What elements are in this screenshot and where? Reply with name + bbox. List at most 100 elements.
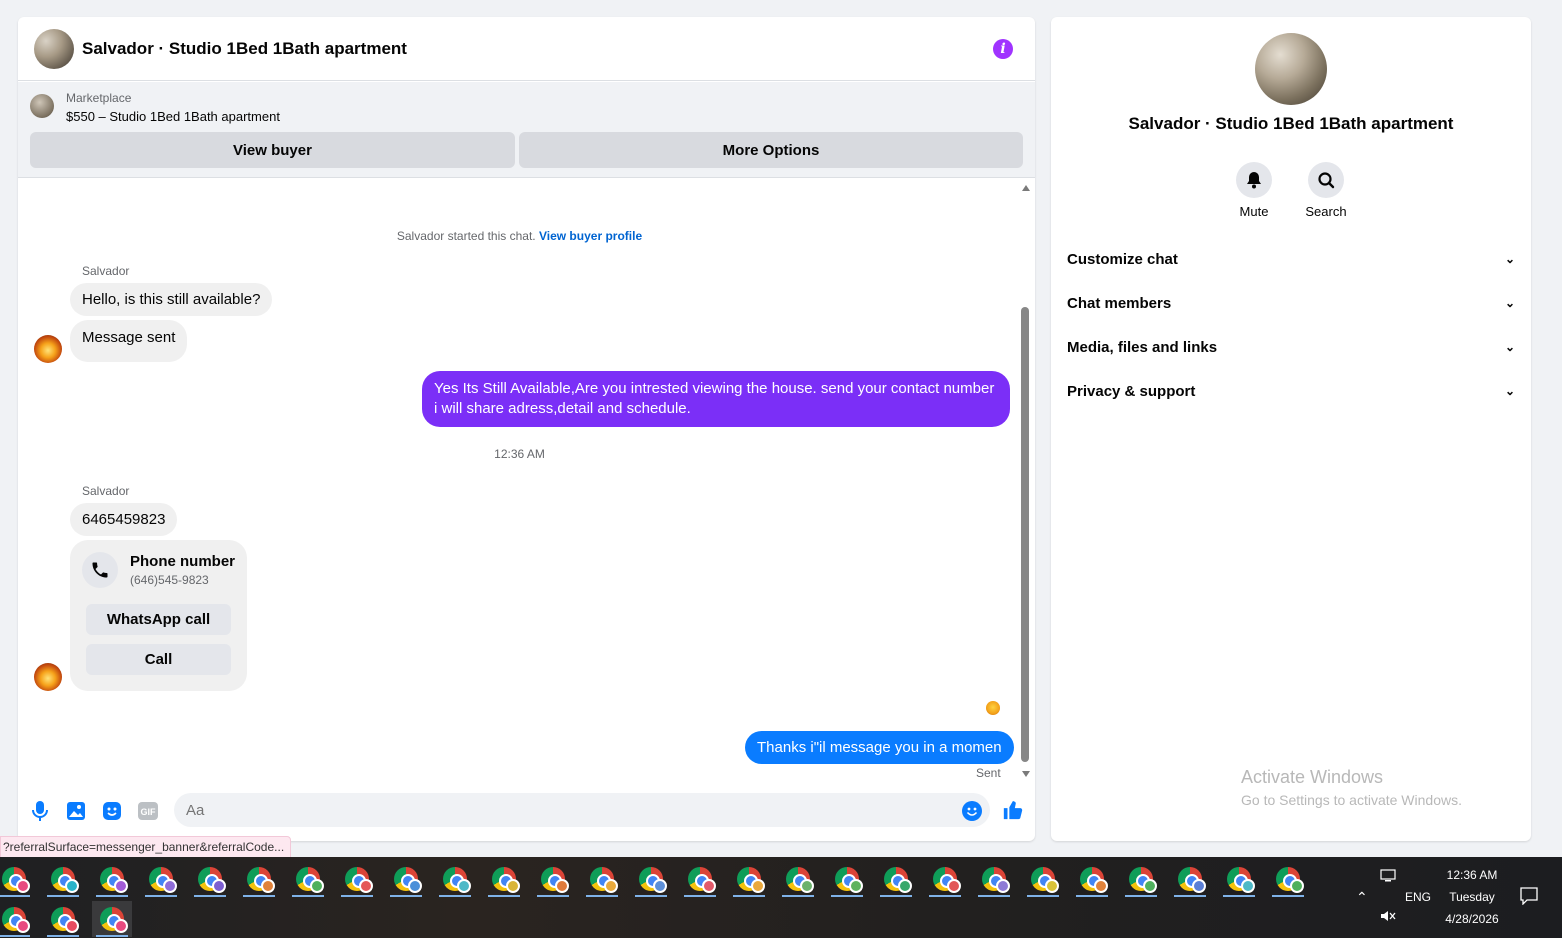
menu-media-files-links[interactable]: Media, files and links ⌄ — [1067, 325, 1515, 369]
taskbar-chrome-profile-button[interactable] — [1023, 861, 1063, 897]
chevron-up-icon[interactable]: ⌃ — [1356, 889, 1368, 906]
taskbar-chrome-profile-button[interactable] — [1121, 861, 1161, 897]
taskbar-chrome-profile-button[interactable] — [876, 861, 916, 897]
microphone-icon[interactable] — [30, 801, 50, 821]
taskbar-chrome-profile-button[interactable] — [974, 861, 1014, 897]
more-options-button[interactable]: More Options — [519, 132, 1023, 168]
taskbar-chrome-profile-button[interactable] — [141, 861, 181, 897]
seen-avatar-icon — [986, 701, 1000, 715]
message-timestamp: 12:36 AM — [494, 447, 545, 461]
notification-icon[interactable] — [1520, 887, 1538, 908]
taskbar-chrome-profile-button[interactable] — [337, 861, 377, 897]
incoming-message[interactable]: Hello, is this still available? — [70, 283, 273, 316]
scroll-down-arrow-icon[interactable] — [1022, 771, 1030, 777]
mute-action[interactable]: Mute — [1214, 162, 1294, 219]
taskbar-chrome-profile-button[interactable] — [0, 901, 34, 937]
chat-title[interactable]: Salvador · Studio 1Bed 1Bath apartment — [82, 39, 407, 59]
gif-icon[interactable]: GIF — [138, 801, 158, 821]
listing-avatar-large[interactable] — [1255, 33, 1327, 105]
taskbar-chrome-profile-button[interactable] — [484, 861, 524, 897]
info-icon[interactable]: i — [993, 39, 1013, 59]
taskbar-chrome-profile-button[interactable] — [680, 861, 720, 897]
incoming-message[interactable]: Message sent — [70, 320, 188, 362]
profile-badge-icon — [212, 879, 226, 893]
profile-badge-icon — [65, 879, 79, 893]
outgoing-message[interactable]: Thanks i"il message you in a momen — [745, 731, 1014, 764]
profile-badge-icon — [1143, 879, 1157, 893]
taskbar-chrome-profile-button[interactable] — [582, 861, 622, 897]
emoji-icon[interactable] — [962, 801, 982, 821]
clock-date[interactable]: 4/28/2026 — [1432, 912, 1512, 926]
menu-customize-chat[interactable]: Customize chat ⌄ — [1067, 237, 1515, 281]
clock-time[interactable]: 12:36 AM — [1432, 868, 1512, 882]
menu-chat-members[interactable]: Chat members ⌄ — [1067, 281, 1515, 325]
taskbar-chrome-profile-button[interactable] — [631, 861, 671, 897]
outgoing-message[interactable]: Yes Its Still Available,Are you intreste… — [422, 371, 1010, 427]
chat-start-text: Salvador started this chat. — [396, 229, 536, 243]
running-indicator — [1027, 895, 1059, 897]
taskbar-chrome-profile-button[interactable] — [386, 861, 426, 897]
muted-volume-icon[interactable] — [1380, 909, 1396, 926]
view-buyer-profile-link[interactable]: View buyer profile — [539, 229, 642, 243]
view-buyer-button[interactable]: View buyer — [30, 132, 515, 168]
phone-icon — [82, 552, 118, 588]
clock-day[interactable]: Tuesday — [1432, 890, 1512, 904]
marketplace-label: Marketplace — [66, 91, 132, 105]
profile-badge-icon — [408, 879, 422, 893]
thumbs-up-icon[interactable] — [1002, 799, 1024, 821]
incoming-message[interactable]: 6465459823 — [70, 503, 178, 536]
profile-badge-icon — [653, 879, 667, 893]
photo-icon[interactable] — [66, 801, 86, 821]
taskbar-chrome-profile-button[interactable] — [827, 861, 867, 897]
taskbar-chrome-profile-button[interactable] — [1219, 861, 1259, 897]
search-action[interactable]: Search — [1286, 162, 1366, 219]
taskbar-chrome-profile-button[interactable] — [0, 861, 34, 897]
profile-badge-icon — [800, 879, 814, 893]
message-scrollbar[interactable] — [1020, 183, 1032, 779]
activate-windows-title: Activate Windows — [1241, 767, 1384, 787]
profile-badge-icon — [751, 879, 765, 893]
taskbar-chrome-profile-button[interactable] — [925, 861, 965, 897]
language-indicator[interactable]: ENG — [1400, 890, 1436, 904]
running-indicator — [831, 895, 863, 897]
taskbar-chrome-profile-button[interactable] — [43, 901, 83, 937]
taskbar-chrome-profile-button[interactable] — [1072, 861, 1112, 897]
menu-label: Privacy & support — [1067, 382, 1196, 400]
sticker-icon[interactable] — [102, 801, 122, 821]
chat-start-notice: Salvador started this chat. View buyer p… — [18, 229, 1021, 243]
taskbar-chrome-profile-button[interactable] — [92, 901, 132, 937]
taskbar-chrome-profile-button[interactable] — [533, 861, 573, 897]
scroll-up-arrow-icon[interactable] — [1022, 185, 1030, 191]
running-indicator — [1223, 895, 1255, 897]
taskbar-chrome-profile-button[interactable] — [92, 861, 132, 897]
sender-avatar[interactable] — [34, 663, 62, 691]
taskbar-chrome-profile-button[interactable] — [778, 861, 818, 897]
call-button[interactable]: Call — [86, 644, 231, 675]
message-input[interactable] — [174, 793, 990, 827]
listing-price-title[interactable]: $550 – Studio 1Bed 1Bath apartment — [66, 109, 280, 124]
taskbar-chrome-profile-button[interactable] — [43, 861, 83, 897]
scroll-thumb[interactable] — [1021, 307, 1029, 762]
profile-badge-icon — [506, 879, 520, 893]
phone-card-title: Phone number — [130, 553, 236, 570]
taskbar-chrome-profile-button[interactable] — [190, 861, 230, 897]
running-indicator — [733, 895, 765, 897]
taskbar-chrome-profile-button[interactable] — [1170, 861, 1210, 897]
taskbar-chrome-profile-button[interactable] — [1268, 861, 1308, 897]
sender-avatar[interactable] — [34, 335, 62, 363]
menu-privacy-support[interactable]: Privacy & support ⌄ — [1067, 369, 1515, 413]
whatsapp-call-button[interactable]: WhatsApp call — [86, 604, 231, 635]
taskbar-chrome-profile-button[interactable] — [239, 861, 279, 897]
running-indicator — [96, 935, 128, 937]
bell-icon[interactable] — [1236, 162, 1272, 198]
taskbar-chrome-profile-button[interactable] — [288, 861, 328, 897]
listing-thumbnail[interactable] — [30, 94, 54, 118]
profile-badge-icon — [898, 879, 912, 893]
running-indicator — [341, 895, 373, 897]
running-indicator — [194, 895, 226, 897]
taskbar-chrome-profile-button[interactable] — [435, 861, 475, 897]
taskbar-chrome-profile-button[interactable] — [729, 861, 769, 897]
network-icon[interactable] — [1380, 869, 1396, 886]
listing-avatar[interactable] — [34, 28, 74, 69]
search-icon[interactable] — [1308, 162, 1344, 198]
